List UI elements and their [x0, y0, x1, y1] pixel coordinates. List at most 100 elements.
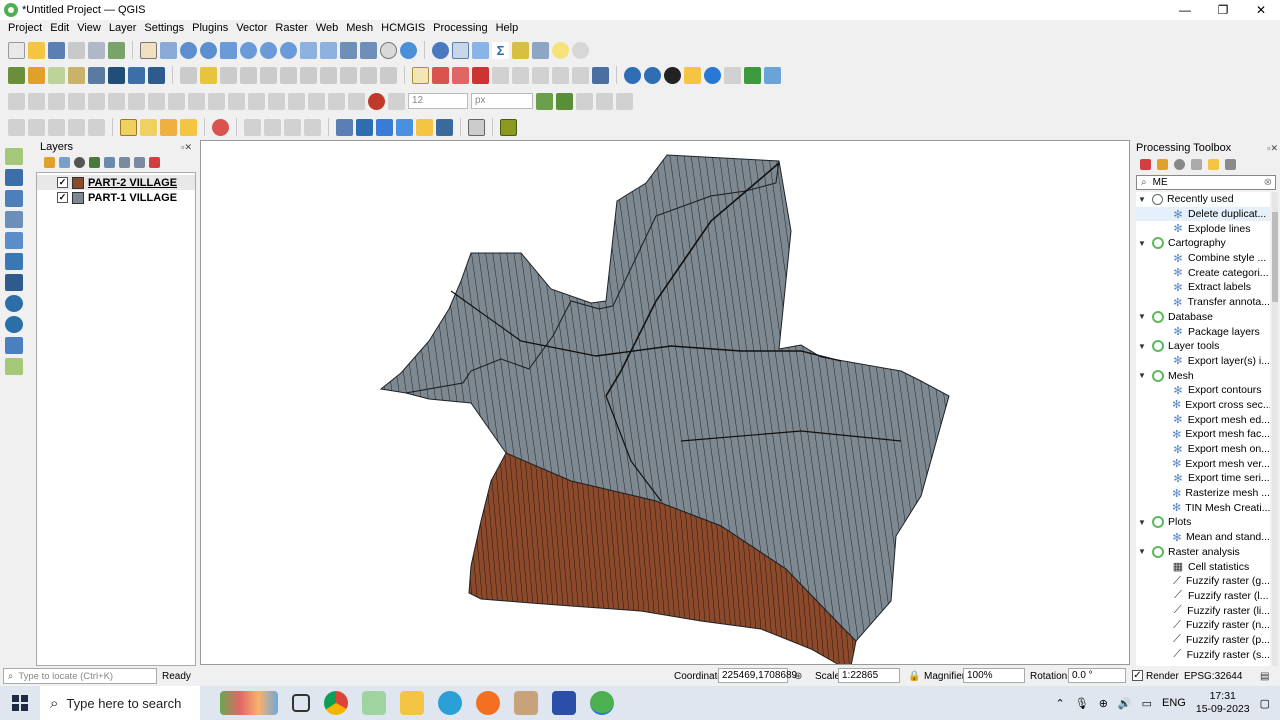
- python-console-icon[interactable]: [684, 66, 701, 84]
- coordinate-field[interactable]: 225469,1708689: [718, 668, 797, 683]
- menu-project[interactable]: Project: [4, 22, 46, 34]
- settings-gear-icon[interactable]: [572, 41, 589, 59]
- toolbox-algorithm[interactable]: ✻ Combine style ...: [1136, 251, 1270, 266]
- menu-view[interactable]: View: [73, 22, 105, 34]
- toolbox-algorithm[interactable]: ⟋ Fuzzify raster (p...: [1136, 633, 1270, 648]
- network-icon[interactable]: ⊕: [1099, 697, 1108, 710]
- bookmark-icon[interactable]: [360, 41, 377, 59]
- redo-icon[interactable]: [380, 66, 397, 84]
- pan-icon[interactable]: [140, 41, 157, 59]
- toolbox-algorithm[interactable]: ⟋ Fuzzify raster (n...: [1136, 618, 1270, 633]
- layer-visibility-checkbox[interactable]: ✓: [57, 192, 68, 203]
- add-raster-icon[interactable]: [128, 66, 145, 84]
- pan-to-selection-icon[interactable]: [160, 41, 177, 59]
- refresh-icon[interactable]: [400, 41, 417, 59]
- menu-raster[interactable]: Raster: [271, 22, 311, 34]
- new-geopackage-icon[interactable]: [28, 66, 45, 84]
- toolbox-algorithm[interactable]: ⟋ Fuzzify raster (s...: [1136, 647, 1270, 662]
- toolbox-algorithm[interactable]: ✻ Delete duplicat...: [1136, 206, 1270, 222]
- undo-icon[interactable]: [360, 66, 377, 84]
- toolbox-algorithm[interactable]: ⟋ Fuzzify raster (li...: [1136, 603, 1270, 618]
- visibility-eye-icon[interactable]: [74, 156, 85, 168]
- firefox-icon[interactable]: [476, 691, 500, 715]
- toolbox-scrollbar[interactable]: [1272, 192, 1278, 666]
- data-source-manager-icon[interactable]: [8, 66, 25, 84]
- create-annotation-icon[interactable]: [356, 118, 373, 136]
- callout-icon[interactable]: [572, 66, 589, 84]
- menu-vector[interactable]: Vector: [232, 22, 271, 34]
- toggle-editing-icon[interactable]: [200, 66, 217, 84]
- delete-part-icon[interactable]: [168, 92, 185, 110]
- add-wfs-icon[interactable]: [148, 66, 165, 84]
- layer-visibility-checkbox[interactable]: ✓: [57, 177, 68, 188]
- zoom-full-icon[interactable]: [220, 41, 237, 59]
- zoom-last-icon[interactable]: [300, 41, 317, 59]
- label-pin-icon[interactable]: [452, 66, 469, 84]
- layer-row[interactable]: ✓ PART-1 VILLAGE: [37, 190, 195, 205]
- add-wcs-layer-icon[interactable]: [5, 316, 23, 333]
- split-parts-icon[interactable]: [248, 92, 265, 110]
- statistics-sigma-icon[interactable]: Σ: [492, 41, 509, 59]
- battery-icon[interactable]: ▭: [1142, 697, 1152, 710]
- filter-icon[interactable]: [89, 156, 100, 168]
- multi-edit-icon[interactable]: [284, 118, 301, 136]
- expand-all-icon[interactable]: [119, 156, 130, 168]
- temporal-icon[interactable]: [380, 41, 397, 59]
- tray-chevron-icon[interactable]: ⌃: [1056, 697, 1065, 710]
- rotation-field[interactable]: 0.0 °: [1068, 668, 1126, 683]
- messages-icon[interactable]: ▤: [1260, 671, 1269, 682]
- clock[interactable]: 17:31 15-09-2023: [1196, 690, 1250, 716]
- add-wms-layer-icon[interactable]: [5, 295, 23, 312]
- toolbox-group-cartography[interactable]: ▼ Cartography: [1136, 236, 1270, 251]
- zoom-out-icon[interactable]: [200, 41, 217, 59]
- snapping-magnet-icon[interactable]: [368, 92, 385, 110]
- new-project-icon[interactable]: [8, 41, 25, 59]
- shape-digitize-icon[interactable]: [8, 118, 25, 136]
- telegram-icon[interactable]: [438, 691, 462, 715]
- new-shapefile-icon[interactable]: [5, 358, 23, 375]
- add-postgis-icon[interactable]: [108, 66, 125, 84]
- menu-layer[interactable]: Layer: [105, 22, 141, 34]
- merge-attributes-icon[interactable]: [288, 92, 305, 110]
- minimize-button[interactable]: —: [1166, 0, 1204, 20]
- close-button[interactable]: ✕: [1242, 0, 1280, 20]
- style-manager-icon[interactable]: [108, 41, 125, 59]
- toolbox-algorithm[interactable]: ✻ Create categori...: [1136, 265, 1270, 280]
- taskbar-search[interactable]: ⌕ Type here to search: [40, 686, 200, 720]
- advanced-digitize-icon[interactable]: [8, 92, 25, 110]
- windows-start-button[interactable]: [0, 686, 40, 720]
- toolbox-algorithm[interactable]: ✻ Explode lines: [1136, 221, 1270, 236]
- toolbox-algorithm[interactable]: ✻ Export contours: [1136, 383, 1270, 398]
- toolbox-algorithm[interactable]: ✻ Package layers: [1136, 324, 1270, 339]
- measure-icon[interactable]: [512, 41, 529, 59]
- map-tips-icon[interactable]: [532, 41, 549, 59]
- merge-features-icon[interactable]: [268, 92, 285, 110]
- history-clock-icon[interactable]: [1174, 158, 1185, 170]
- scrollbar-thumb[interactable]: [1272, 212, 1278, 302]
- add-group-icon[interactable]: [59, 156, 70, 168]
- zoom-selection-icon[interactable]: [240, 41, 257, 59]
- toolbox-algorithm[interactable]: ✻ Export time seri...: [1136, 471, 1270, 486]
- field-calc-icon[interactable]: [264, 118, 281, 136]
- add-mesh-layer-icon[interactable]: [5, 190, 23, 207]
- menu-plugins[interactable]: Plugins: [188, 22, 232, 34]
- add-postgis-layer-icon[interactable]: [5, 274, 23, 291]
- filter-expression-icon[interactable]: [104, 156, 115, 168]
- select-features-icon[interactable]: [120, 118, 137, 136]
- add-delimited-layer-icon[interactable]: [5, 211, 23, 228]
- menu-help[interactable]: Help: [492, 22, 523, 34]
- menu-mesh[interactable]: Mesh: [342, 22, 377, 34]
- metasearch-icon[interactable]: [664, 66, 681, 84]
- new-map-view-icon[interactable]: [340, 41, 357, 59]
- quickmap-icon[interactable]: [764, 66, 781, 84]
- add-ring-icon[interactable]: [88, 92, 105, 110]
- print-layout-icon[interactable]: [88, 41, 105, 59]
- annotation-line-icon[interactable]: [396, 118, 413, 136]
- toolbox-algorithm[interactable]: ✻ Export cross sec...: [1136, 398, 1270, 413]
- snap-options-icon[interactable]: [388, 92, 405, 110]
- toolbox-algorithm[interactable]: ⟋ Fuzzify raster (g...: [1136, 574, 1270, 589]
- snap-tolerance-icon[interactable]: [616, 92, 633, 110]
- deselect-icon[interactable]: [160, 118, 177, 136]
- zoom-native-icon[interactable]: [280, 41, 297, 59]
- add-delimited-icon[interactable]: [68, 66, 85, 84]
